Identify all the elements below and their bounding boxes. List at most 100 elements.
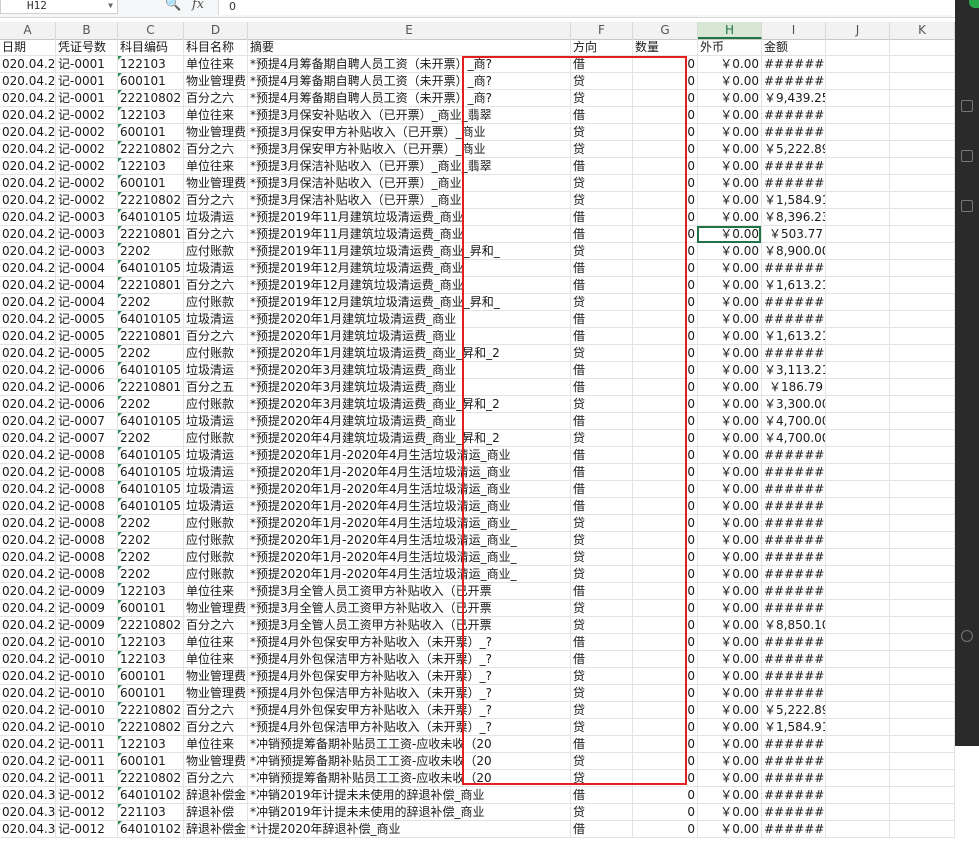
cell-j[interactable]: [826, 515, 890, 531]
cell-d[interactable]: 物业管理费: [184, 668, 248, 684]
cell-j[interactable]: [826, 209, 890, 225]
cell-e[interactable]: *预提2019年12月建筑垃圾清运费_商业_昇和_: [248, 294, 571, 310]
cell-k[interactable]: [890, 277, 955, 293]
cell-g[interactable]: 0: [633, 413, 698, 429]
cell-f[interactable]: 借: [571, 362, 633, 378]
cell-e[interactable]: *预提3月保安甲方补贴收入（已开票）_商业: [248, 141, 571, 157]
cell-k[interactable]: [890, 634, 955, 650]
cell-a[interactable]: 020.04.28: [0, 192, 56, 208]
cell-b[interactable]: 记-0010: [56, 634, 118, 650]
cell-j[interactable]: [826, 175, 890, 191]
cell-e[interactable]: *预提2020年3月建筑垃圾清运费_商业_昇和_2: [248, 396, 571, 412]
cell-c[interactable]: 22210801: [118, 226, 184, 242]
cell-e[interactable]: *预提2019年12月建筑垃圾清运费_商业: [248, 260, 571, 276]
cell-g[interactable]: 0: [633, 651, 698, 667]
cell-i[interactable]: #########: [762, 260, 826, 276]
cell-g[interactable]: 0: [633, 498, 698, 514]
cell-i[interactable]: #########: [762, 124, 826, 140]
cell-a[interactable]: 020.04.28: [0, 107, 56, 123]
cell-b[interactable]: 记-0010: [56, 685, 118, 701]
column-header-a[interactable]: A: [0, 22, 56, 39]
cell-g[interactable]: 0: [633, 260, 698, 276]
cell-c[interactable]: 221103: [118, 804, 184, 820]
cell-j[interactable]: [826, 277, 890, 293]
cell-h[interactable]: ￥0.00: [698, 345, 762, 361]
cell-c[interactable]: 22210802: [118, 702, 184, 718]
cell-a[interactable]: 020.04.29: [0, 634, 56, 650]
cell-f[interactable]: 贷: [571, 549, 633, 565]
cell-c[interactable]: 2202: [118, 396, 184, 412]
cell-d[interactable]: 应付账款: [184, 345, 248, 361]
cell-b[interactable]: 记-0012: [56, 821, 118, 837]
cell-e[interactable]: *预提4月筹备期自聘人员工资（未开票）_商?: [248, 56, 571, 72]
cell-i[interactable]: #########: [762, 447, 826, 463]
cell-j[interactable]: [826, 260, 890, 276]
header-cell-e[interactable]: 摘要: [248, 39, 571, 55]
cell-i[interactable]: #########: [762, 107, 826, 123]
cell-c[interactable]: 22210802: [118, 617, 184, 633]
cell-k[interactable]: [890, 328, 955, 344]
cell-a[interactable]: 020.04.29: [0, 447, 56, 463]
cell-f[interactable]: 贷: [571, 430, 633, 446]
cell-h[interactable]: ￥0.00: [698, 685, 762, 701]
cell-h[interactable]: ￥0.00: [698, 702, 762, 718]
cell-g[interactable]: 0: [633, 668, 698, 684]
cell-b[interactable]: 记-0008: [56, 464, 118, 480]
cell-i[interactable]: ￥1,613.21: [762, 328, 826, 344]
cell-e[interactable]: *预提2020年3月建筑垃圾清运费_商业: [248, 362, 571, 378]
cell-i[interactable]: ￥8,396.23: [762, 209, 826, 225]
cell-g[interactable]: 0: [633, 175, 698, 191]
cell-b[interactable]: 记-0007: [56, 430, 118, 446]
cell-f[interactable]: 借: [571, 226, 633, 242]
cell-j[interactable]: [826, 736, 890, 752]
cell-e[interactable]: *预提3月全管人员工资甲方补贴收入（已开票: [248, 617, 571, 633]
cell-h[interactable]: ￥0.00: [698, 787, 762, 803]
cell-i[interactable]: #########: [762, 73, 826, 89]
cell-d[interactable]: 单位往来: [184, 736, 248, 752]
cell-j[interactable]: [826, 379, 890, 395]
column-header-c[interactable]: C: [118, 22, 184, 39]
cell-c[interactable]: 64010105: [118, 260, 184, 276]
cell-a[interactable]: 020.04.29: [0, 396, 56, 412]
cell-a[interactable]: 020.04.29: [0, 260, 56, 276]
cell-f[interactable]: 借: [571, 328, 633, 344]
cell-g[interactable]: 0: [633, 617, 698, 633]
cell-e[interactable]: *预提2020年1月-2020年4月生活垃圾清运_商业: [248, 481, 571, 497]
cell-b[interactable]: 记-0004: [56, 260, 118, 276]
cell-e[interactable]: *预提4月筹备期自聘人员工资（未开票）_商?: [248, 90, 571, 106]
cell-c[interactable]: 2202: [118, 345, 184, 361]
cell-i[interactable]: #########: [762, 753, 826, 769]
cell-h[interactable]: ￥0.00: [698, 328, 762, 344]
cell-c[interactable]: 64010105: [118, 447, 184, 463]
cell-c[interactable]: 122103: [118, 651, 184, 667]
cell-c[interactable]: 600101: [118, 124, 184, 140]
cell-k[interactable]: [890, 532, 955, 548]
cell-d[interactable]: 辞退补偿金: [184, 821, 248, 837]
cell-j[interactable]: [826, 345, 890, 361]
cell-h[interactable]: ￥0.00: [698, 260, 762, 276]
cell-b[interactable]: 记-0012: [56, 787, 118, 803]
header-cell-k[interactable]: [890, 39, 955, 55]
cell-e[interactable]: *预提2019年11月建筑垃圾清运费_商业_昇和_: [248, 243, 571, 259]
cell-k[interactable]: [890, 566, 955, 582]
cell-d[interactable]: 百分之六: [184, 719, 248, 735]
panel-icon[interactable]: [961, 100, 973, 112]
cell-a[interactable]: 020.04.29: [0, 328, 56, 344]
cell-h[interactable]: ￥0.00: [698, 651, 762, 667]
cell-f[interactable]: 贷: [571, 719, 633, 735]
cell-e[interactable]: *预提4月筹备期自聘人员工资（未开票）_商?: [248, 73, 571, 89]
cell-k[interactable]: [890, 753, 955, 769]
cell-a[interactable]: 020.04.29: [0, 294, 56, 310]
cell-e[interactable]: *预提2020年1月-2020年4月生活垃圾清运_商业: [248, 447, 571, 463]
cell-b[interactable]: 记-0008: [56, 498, 118, 514]
cell-c[interactable]: 64010105: [118, 481, 184, 497]
cell-g[interactable]: 0: [633, 634, 698, 650]
cell-j[interactable]: [826, 158, 890, 174]
cell-i[interactable]: ￥5,222.89: [762, 702, 826, 718]
chevron-down-icon[interactable]: ▼: [108, 0, 113, 14]
cell-k[interactable]: [890, 396, 955, 412]
cell-h[interactable]: ￥0.00: [698, 566, 762, 582]
cell-i[interactable]: ￥1,584.91: [762, 192, 826, 208]
cell-i[interactable]: ￥3,113.21: [762, 362, 826, 378]
cell-g[interactable]: 0: [633, 209, 698, 225]
